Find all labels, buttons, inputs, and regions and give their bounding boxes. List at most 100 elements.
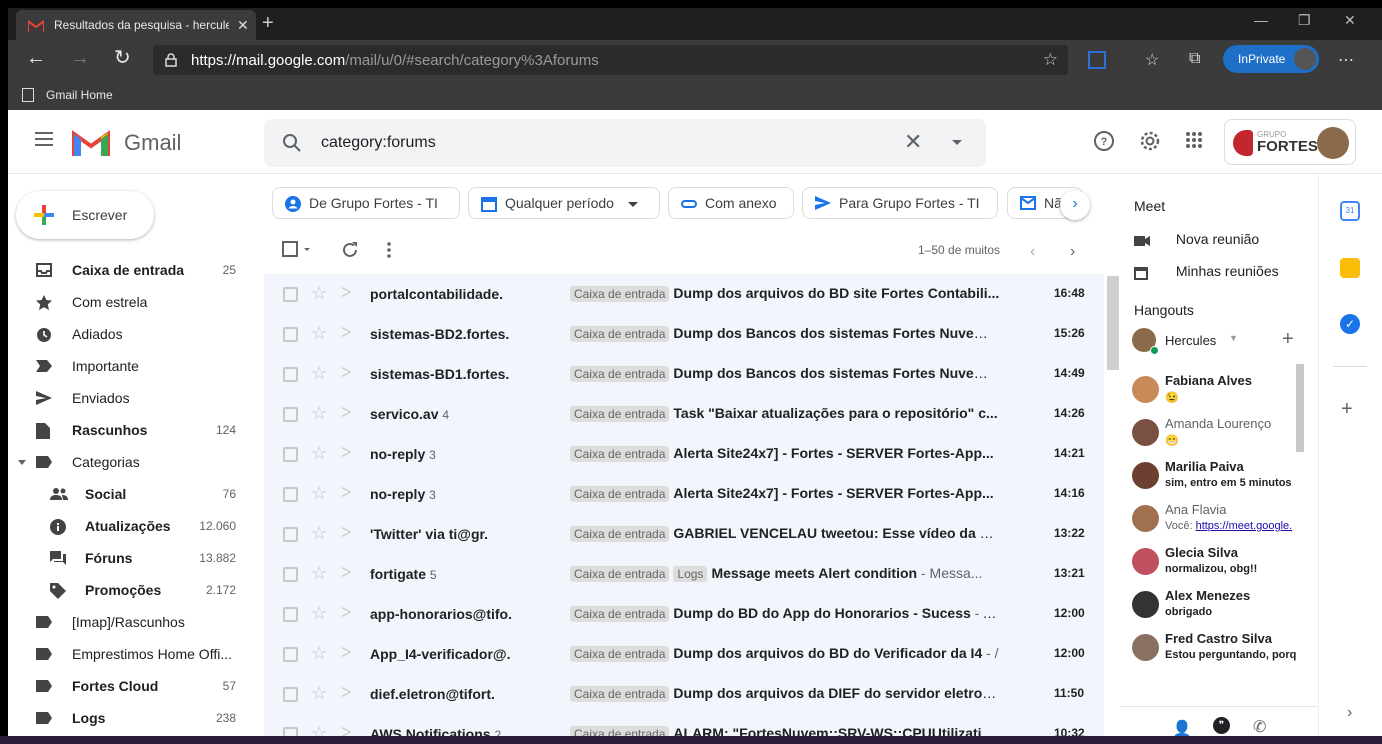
important-marker-icon[interactable]: ᐳ (341, 484, 351, 501)
table-row[interactable]: ☆ ᐳ sistemas-BD2.fortes. Caixa de entrad… (264, 314, 1104, 354)
chip-any-time[interactable]: Qualquer período (468, 187, 660, 219)
label-chip[interactable]: Caixa de entrada (570, 606, 670, 622)
address-bar[interactable]: https://mail.google.com/mail/u/0/#search… (153, 45, 1068, 75)
new-tab-icon[interactable]: + (262, 12, 274, 35)
sidebar-item-inbox[interactable]: Caixa de entrada 25 (8, 254, 256, 286)
label-chip[interactable]: Caixa de entrada (570, 286, 670, 302)
star-toggle-icon[interactable]: ☆ (311, 643, 327, 664)
table-row[interactable]: ☆ ᐳ dief.eletron@tifort. Caixa de entrad… (264, 674, 1104, 714)
star-toggle-icon[interactable]: ☆ (311, 443, 327, 464)
next-page-icon[interactable]: › (1070, 243, 1075, 261)
clear-search-icon[interactable]: ✕ (904, 129, 922, 155)
sidebar-item-forums[interactable]: Fóruns 13.882 (8, 542, 256, 574)
refresh-icon[interactable]: ↻ (114, 48, 131, 68)
label-chip[interactable]: Logs (673, 566, 708, 582)
important-marker-icon[interactable]: ᐳ (341, 604, 351, 621)
sidebar-item-logs[interactable]: Logs 238 (8, 702, 256, 734)
back-icon[interactable]: ← (26, 48, 46, 68)
label-chip[interactable]: Caixa de entrada (570, 406, 670, 422)
row-checkbox[interactable] (283, 367, 298, 382)
row-checkbox[interactable] (283, 447, 298, 462)
phone-tab-icon[interactable]: ✆ (1253, 717, 1266, 737)
settings-icon[interactable] (1139, 130, 1161, 157)
row-checkbox[interactable] (283, 487, 298, 502)
sidebar-item-snoozed[interactable]: Adiados (8, 318, 256, 350)
sidebar-item-important[interactable]: Importante (8, 350, 256, 382)
row-checkbox[interactable] (283, 327, 298, 342)
label-chip[interactable]: Caixa de entrada (570, 526, 670, 542)
keep-app-icon[interactable] (1340, 258, 1360, 278)
hangouts-contact[interactable]: Amanda Lourenço 😁 (1132, 416, 1302, 458)
inprivate-button[interactable]: InPrivate (1223, 45, 1319, 73)
label-chip[interactable]: Caixa de entrada (570, 326, 670, 342)
tasks-app-icon[interactable]: ✓ (1340, 314, 1360, 334)
sidebar-item-emprestimos[interactable]: Emprestimos Home Offi... (8, 638, 256, 670)
star-toggle-icon[interactable]: ☆ (311, 483, 327, 504)
table-row[interactable]: ☆ ᐳ fortigate 5 Caixa de entrada Logs Mess… (264, 554, 1104, 594)
refresh-list-icon[interactable] (341, 241, 359, 264)
tab-close-icon[interactable]: ✕ (237, 17, 249, 34)
sidebar-item-categories[interactable]: Categorias (8, 446, 256, 478)
star-toggle-icon[interactable]: ☆ (311, 363, 327, 384)
favorite-gmail-home[interactable]: Gmail Home (46, 88, 113, 102)
row-checkbox[interactable] (283, 687, 298, 702)
new-meeting-button[interactable]: Nova reunião (1134, 231, 1259, 247)
important-marker-icon[interactable]: ᐳ (341, 524, 351, 541)
hangouts-contact[interactable]: Fabiana Alves 😉 (1132, 373, 1302, 415)
row-checkbox[interactable] (283, 567, 298, 582)
gmail-logo-icon[interactable] (72, 128, 110, 156)
hangouts-contact[interactable]: Fred Castro Silva Estou perguntando, por… (1132, 631, 1302, 673)
label-chip[interactable]: Caixa de entrada (570, 486, 670, 502)
new-conversation-icon[interactable]: + (1282, 328, 1294, 351)
table-row[interactable]: ☆ ᐳ app-honorarios@tifo. Caixa de entrad… (264, 594, 1104, 634)
show-side-panel-icon[interactable]: › (1347, 704, 1352, 722)
sidebar-item-drafts[interactable]: Rascunhos 124 (8, 414, 256, 446)
prev-page-icon[interactable]: ‹ (1030, 243, 1035, 261)
meet-link[interactable]: https://meet.google. (1196, 520, 1293, 532)
select-all-checkbox[interactable] (282, 241, 312, 264)
important-marker-icon[interactable]: ᐳ (341, 324, 351, 341)
row-checkbox[interactable] (283, 407, 298, 422)
sidebar-item-social[interactable]: Social 76 (8, 478, 256, 510)
label-chip[interactable]: Caixa de entrada (570, 686, 670, 702)
important-marker-icon[interactable]: ᐳ (341, 444, 351, 461)
restore-icon[interactable]: ❐ (1298, 12, 1311, 29)
favorites-icon[interactable]: ☆ (1145, 50, 1159, 70)
label-chip[interactable]: Caixa de entrada (570, 446, 670, 462)
star-toggle-icon[interactable]: ☆ (311, 563, 327, 584)
row-checkbox[interactable] (283, 287, 298, 302)
chips-next-icon[interactable]: › (1060, 190, 1090, 220)
row-checkbox[interactable] (283, 527, 298, 542)
chip-to[interactable]: Para Grupo Fortes - TI (802, 187, 998, 219)
expand-caret-icon[interactable] (18, 460, 26, 465)
sidebar-item-fortes-cloud[interactable]: Fortes Cloud 57 (8, 670, 256, 702)
important-marker-icon[interactable]: ᐳ (341, 364, 351, 381)
more-options-icon[interactable]: ⋯ (1338, 50, 1354, 70)
extension-icon[interactable] (1088, 51, 1106, 69)
hangouts-user[interactable]: Hercules ▼ + (1132, 326, 1302, 356)
hangouts-contact[interactable]: Glecia Silva normalizou, obg!! (1132, 545, 1302, 587)
table-row[interactable]: ☆ ᐳ no-reply 3 Caixa de entrada Alerta Si… (264, 474, 1104, 514)
search-bar[interactable]: category:forums ✕ (264, 119, 986, 167)
forward-icon[interactable]: → (70, 48, 90, 68)
label-chip[interactable]: Caixa de entrada (570, 566, 670, 582)
star-toggle-icon[interactable]: ☆ (311, 603, 327, 624)
important-marker-icon[interactable]: ᐳ (341, 404, 351, 421)
mail-list-scrollbar[interactable] (1107, 276, 1119, 370)
collections-icon[interactable]: ⧉ (1189, 50, 1200, 68)
search-options-icon[interactable] (952, 140, 962, 145)
get-addons-icon[interactable]: + (1341, 398, 1353, 421)
row-checkbox[interactable] (283, 607, 298, 622)
table-row[interactable]: ☆ ᐳ portalcontabilidade. Caixa de entrad… (264, 274, 1104, 314)
hangouts-contact[interactable]: Ana Flavia Você: https://meet.google. (1132, 502, 1302, 544)
sidebar-item-sent[interactable]: Enviados (8, 382, 256, 414)
hangouts-contact[interactable]: Alex Menezes obrigado (1132, 588, 1302, 630)
table-row[interactable]: ☆ ᐳ no-reply 3 Caixa de entrada Alerta Si… (264, 434, 1104, 474)
row-checkbox[interactable] (283, 647, 298, 662)
my-meetings-button[interactable]: Minhas reuniões (1134, 263, 1279, 281)
label-chip[interactable]: Caixa de entrada (570, 646, 670, 662)
sidebar-item-updates[interactable]: Atualizações 12.060 (8, 510, 256, 542)
sidebar-item-imap-drafts[interactable]: [Imap]/Rascunhos (8, 606, 256, 638)
sidebar-item-starred[interactable]: Com estrela (8, 286, 256, 318)
table-row[interactable]: ☆ ᐳ App_I4-verificador@. Caixa de entrad… (264, 634, 1104, 674)
